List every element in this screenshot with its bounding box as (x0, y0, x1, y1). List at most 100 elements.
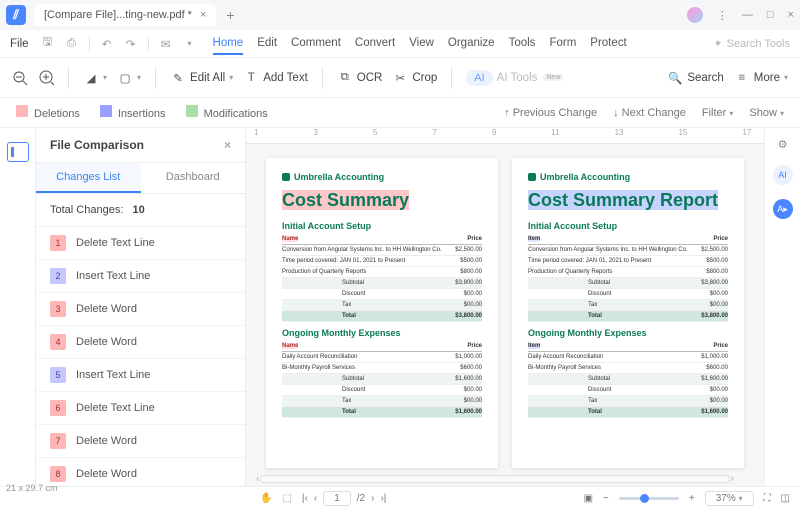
close-window-icon[interactable]: × (788, 9, 794, 21)
next-change-button[interactable]: ↓ Next Change (613, 107, 686, 119)
ai-tools-button[interactable]: AIAI ToolsNew (466, 70, 563, 86)
zoom-in-status-icon[interactable]: + (689, 493, 695, 504)
crop-button[interactable]: ✂Crop (392, 70, 437, 86)
select-tool-icon[interactable]: ⬚ (282, 493, 291, 504)
save-icon[interactable]: 🖫 (39, 34, 57, 53)
first-page-icon[interactable]: |‹ (302, 493, 308, 504)
tab-form[interactable]: Form (549, 33, 576, 55)
change-label: Insert Text Line (76, 369, 150, 381)
ocr-button[interactable]: ⧉OCR (337, 70, 383, 86)
tab-tools[interactable]: Tools (509, 33, 536, 55)
tab-organize[interactable]: Organize (448, 33, 495, 55)
filter-dropdown[interactable]: Filter ▾ (702, 107, 734, 119)
assist-side-icon[interactable]: A▸ (773, 199, 793, 219)
add-tab-button[interactable]: + (226, 7, 234, 23)
hand-tool-icon[interactable]: ✋ (260, 493, 272, 504)
zoom-out-icon[interactable] (12, 70, 28, 86)
account-orb-icon[interactable] (687, 7, 703, 23)
ruler: 1357911131517 (246, 128, 764, 144)
change-index: 7 (50, 433, 66, 449)
compare-page-right: Umbrella Accounting Cost Summary Report … (512, 158, 744, 468)
maximize-icon[interactable]: □ (767, 9, 774, 21)
sparkle-icon: ✦ (713, 37, 722, 50)
highlight-tool[interactable]: ◢▾ (83, 70, 107, 86)
tab-home[interactable]: Home (213, 33, 244, 55)
compare-page-left: Umbrella Accounting Cost Summary Initial… (266, 158, 498, 468)
change-item[interactable]: 6Delete Text Line (36, 392, 245, 425)
tab-changes-list[interactable]: Changes List (36, 163, 141, 193)
change-item[interactable]: 4 Delete Word (36, 326, 245, 359)
total-changes: Total Changes: 10 (36, 194, 245, 227)
next-page-icon[interactable]: › (371, 493, 374, 504)
change-item[interactable]: 2Insert Text Line (36, 260, 245, 293)
tab-comment[interactable]: Comment (291, 33, 341, 55)
search-tools[interactable]: ✦ Search Tools (713, 37, 790, 50)
prev-page-icon[interactable]: ‹ (314, 493, 317, 504)
fit-page-icon[interactable]: ▣ (584, 493, 593, 504)
doc-title: Cost Summary Report (528, 190, 728, 211)
tab-title: [Compare File]...ting-new.pdf * (44, 9, 192, 21)
layout-icon[interactable]: ◫ (781, 493, 790, 504)
print-icon[interactable]: ⎙ (63, 37, 81, 50)
change-item[interactable]: 8 Delete Word (36, 458, 245, 486)
zoom-value[interactable]: 37% ▾ (705, 491, 754, 506)
legend-insertions: Insertions (100, 105, 166, 120)
compare-panel-icon[interactable] (7, 142, 29, 162)
change-index: 5 (50, 367, 66, 383)
change-index: 6 (50, 400, 66, 416)
more-button[interactable]: ≡More▾ (734, 70, 788, 86)
tab-edit[interactable]: Edit (257, 33, 277, 55)
document-tab[interactable]: [Compare File]...ting-new.pdf * × (34, 4, 216, 26)
app-logo: ⫽ (6, 5, 26, 25)
mail-dropdown-icon[interactable]: ▾ (181, 39, 199, 48)
minimize-icon[interactable]: — (742, 9, 753, 21)
fullscreen-icon[interactable]: ⛶ (764, 493, 771, 504)
close-tab-icon[interactable]: × (200, 9, 206, 21)
edit-all-button[interactable]: ✎Edit All▾ (170, 70, 233, 86)
last-page-icon[interactable]: ›| (380, 493, 386, 504)
zoom-out-status-icon[interactable]: − (603, 493, 609, 504)
zoom-in-icon[interactable] (38, 70, 54, 86)
sidebar-title: File Comparison (50, 138, 144, 152)
ai-side-icon[interactable]: AI (773, 165, 793, 185)
horizontal-scrollbar[interactable]: ‹› (256, 474, 734, 484)
sidebar-close-icon[interactable]: × (224, 138, 231, 152)
change-label: Insert Text Line (76, 270, 150, 282)
change-index: 8 (50, 466, 66, 482)
shape-tool[interactable]: ▢▾ (117, 70, 141, 86)
change-item[interactable]: 7 Delete Word (36, 425, 245, 458)
page-nav[interactable]: |‹ ‹ 1/2 › ›| (302, 491, 386, 506)
legend-deletions: Deletions (16, 105, 80, 120)
tab-protect[interactable]: Protect (590, 33, 626, 55)
brand: Umbrella Accounting (528, 172, 728, 182)
prev-change-button[interactable]: ↑ Previous Change (504, 107, 597, 119)
undo-icon[interactable]: ↶ (98, 37, 116, 51)
page-dimensions: 21 x 29.7 cm (6, 483, 58, 493)
change-label: Delete Word (76, 468, 137, 480)
show-dropdown[interactable]: Show ▾ (749, 107, 784, 119)
tab-view[interactable]: View (409, 33, 434, 55)
change-label: Delete Word (76, 336, 137, 348)
brand: Umbrella Accounting (282, 172, 482, 182)
section-heading: Ongoing Monthly Expenses (282, 328, 482, 338)
change-label: Delete Word (76, 303, 137, 315)
file-menu[interactable]: File (10, 38, 29, 50)
add-text-button[interactable]: TAdd Text (243, 70, 308, 86)
change-index: 1 (50, 235, 66, 251)
change-index: 4 (50, 334, 66, 350)
redo-icon[interactable]: ↷ (122, 37, 140, 51)
zoom-slider[interactable] (619, 497, 679, 500)
change-item[interactable]: 3Delete Word (36, 293, 245, 326)
kebab-icon[interactable]: ⋮ (717, 9, 728, 22)
change-item[interactable]: 1Delete Text Line (36, 227, 245, 260)
properties-icon[interactable]: ⚙ (778, 138, 788, 151)
section-heading: Ongoing Monthly Expenses (528, 328, 728, 338)
section-heading: Initial Account Setup (282, 221, 482, 231)
doc-title: Cost Summary (282, 190, 482, 211)
search-button[interactable]: 🔍Search (667, 70, 723, 86)
tab-convert[interactable]: Convert (355, 33, 395, 55)
change-item[interactable]: 5 Insert Text Line (36, 359, 245, 392)
tab-dashboard[interactable]: Dashboard (141, 163, 246, 193)
mail-icon[interactable]: ✉ (157, 37, 175, 51)
change-label: Delete Word (76, 435, 137, 447)
